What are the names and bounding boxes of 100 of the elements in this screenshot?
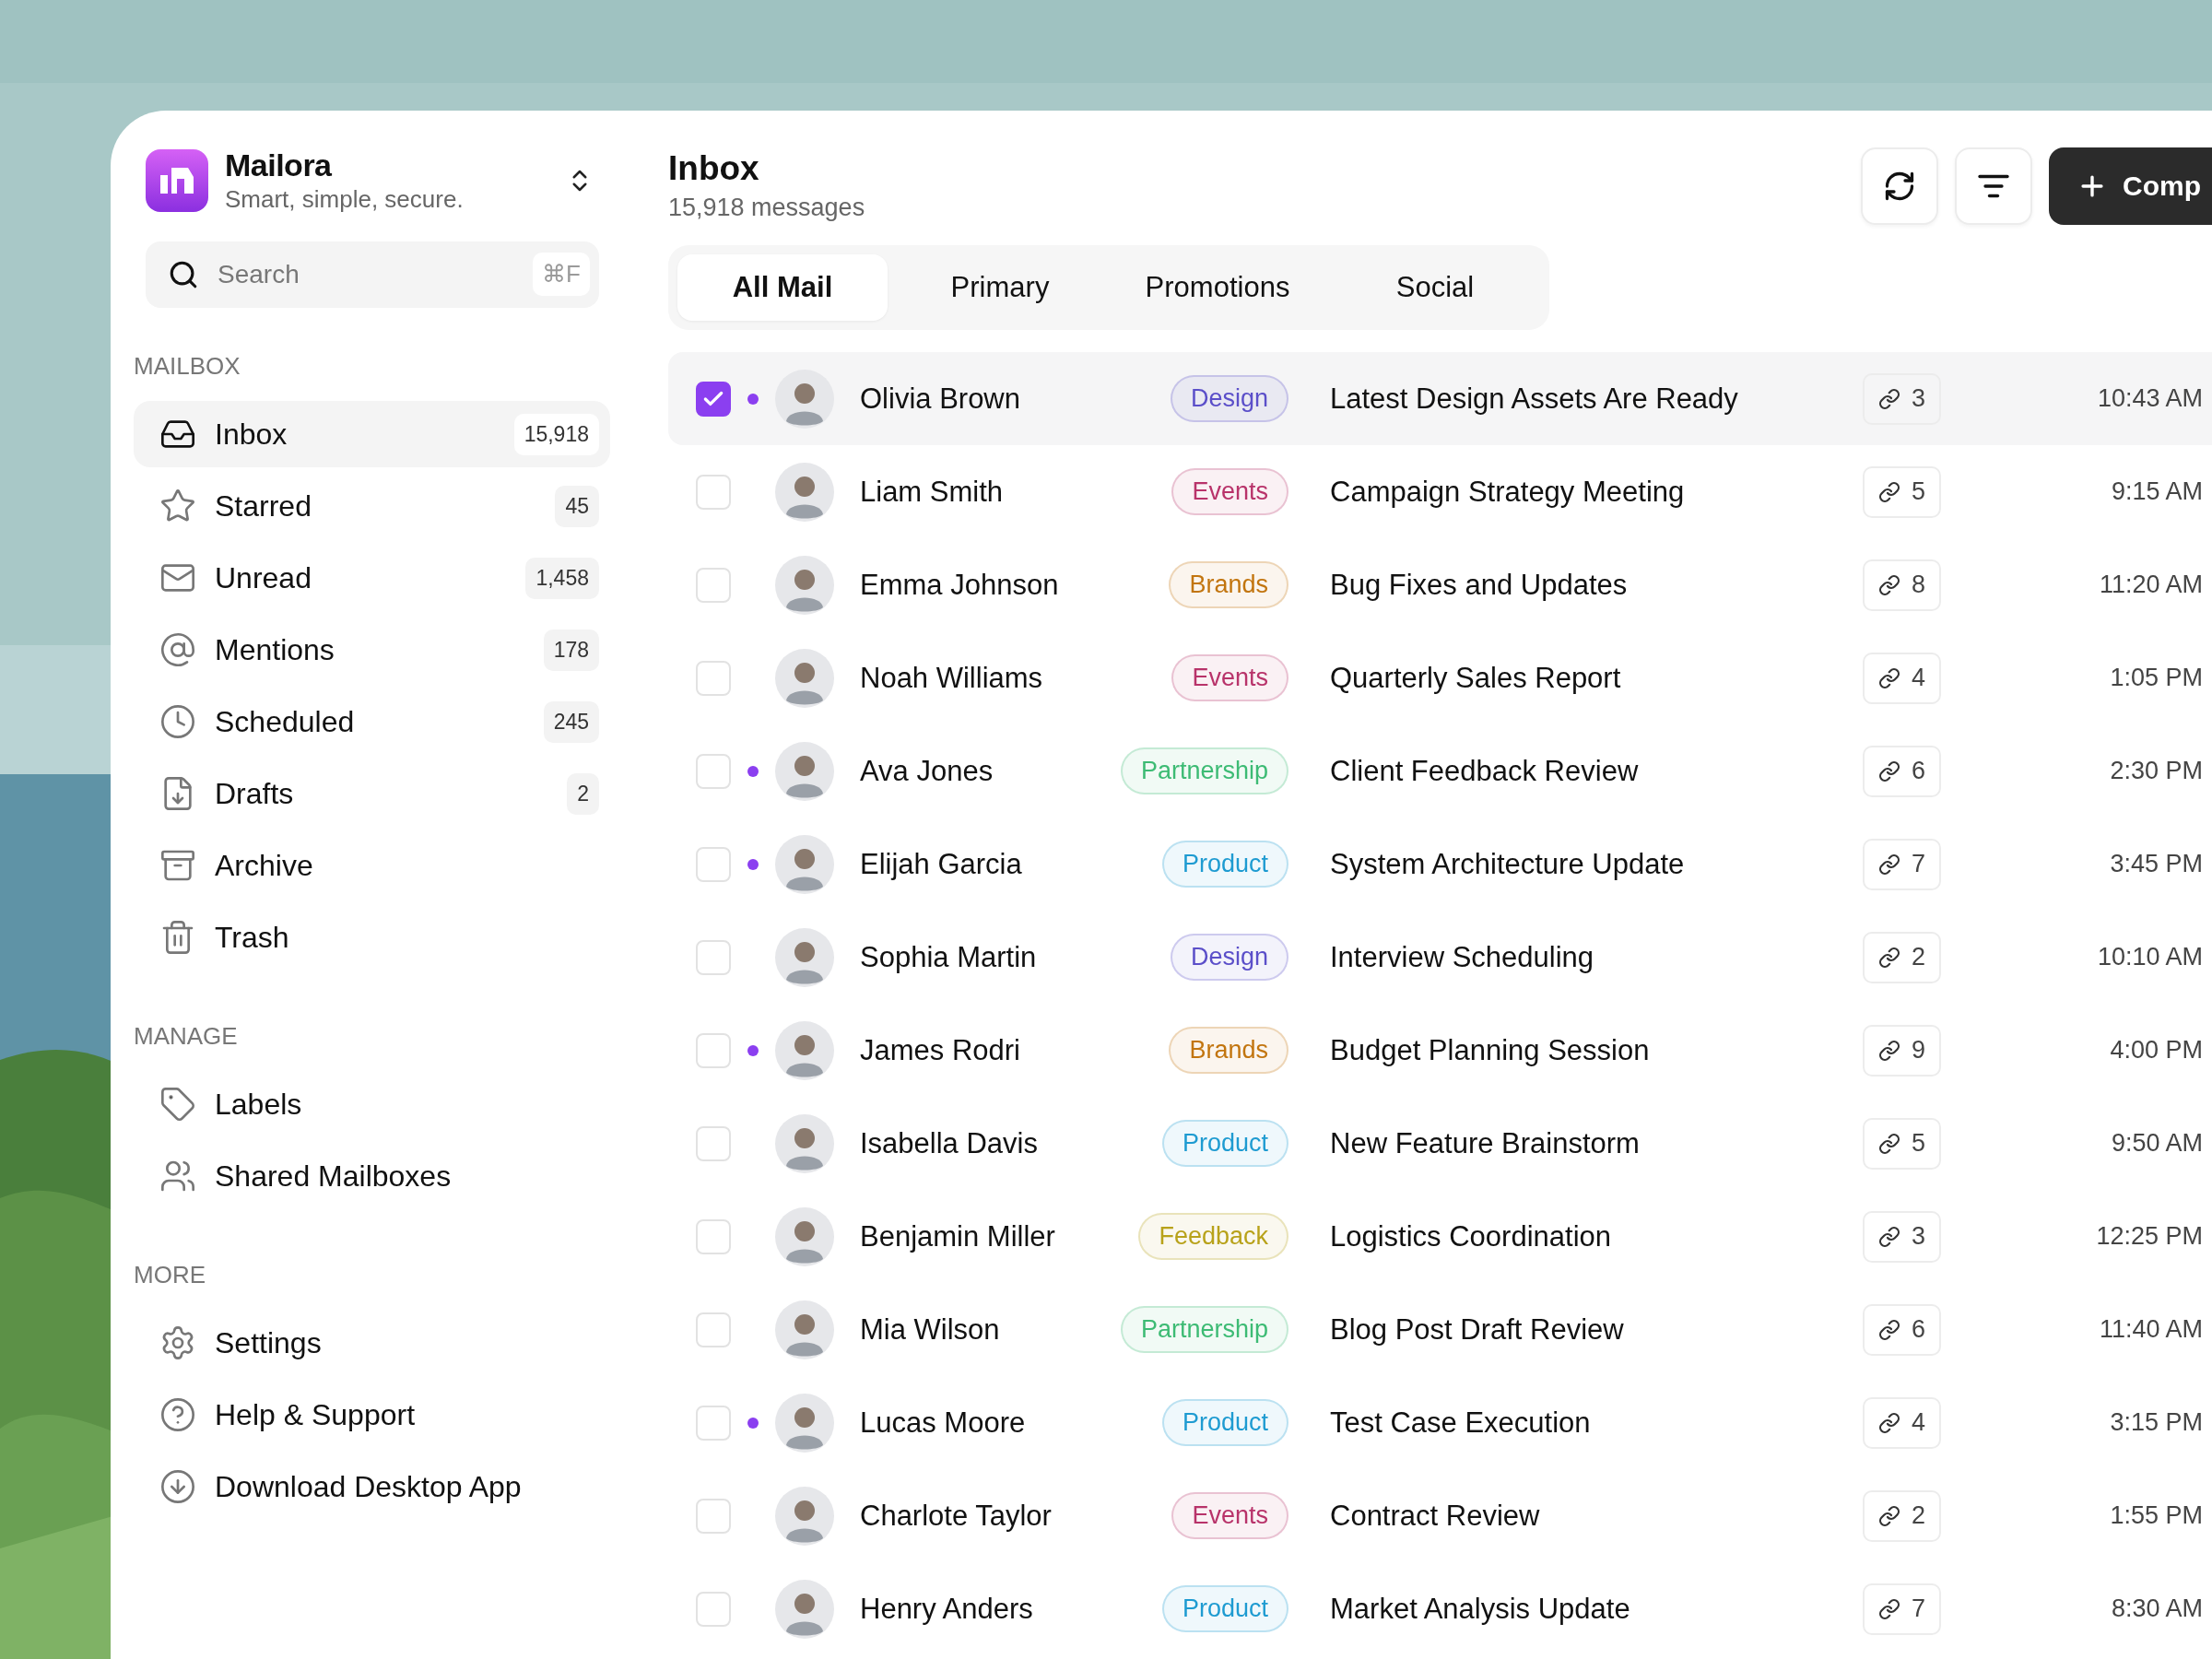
link-icon [1878,666,1900,689]
tab[interactable]: Primary [895,254,1105,321]
sender-name: Charlote Taylor [860,1499,1053,1533]
nav-item[interactable]: Inbox 15,918 [134,401,610,467]
link-count: 6 [1912,1315,1925,1344]
checkbox[interactable] [696,381,731,417]
nav-item[interactable]: Starred 45 [134,473,610,539]
nav-item[interactable]: Trash [134,904,610,971]
subject: Blog Post Draft Review [1330,1312,1625,1347]
avatar [775,1206,834,1266]
link-icon [1878,946,1900,969]
message-row[interactable]: Mia Wilson Partnership Blog Post Draft Review 6 11:40 AM [668,1283,2212,1376]
avatar [775,1020,834,1080]
nav-item[interactable]: Settings [134,1310,610,1376]
avatar [775,1393,834,1453]
refresh-button[interactable] [1861,147,1938,225]
subject: Latest Design Assets Are Ready [1330,382,1739,416]
filter-button[interactable] [1955,147,2032,225]
download-icon [159,1468,196,1505]
subject: Test Case Execution [1330,1406,1592,1440]
nav-item[interactable]: Mentions 178 [134,617,610,683]
link-icon [1878,573,1900,596]
link-icon [1878,853,1900,876]
avatar [775,927,834,987]
count-badge: 15,918 [513,413,599,455]
message-row[interactable]: Noah Williams Events Quarterly Sales Report 4 1:05 PM [668,631,2212,724]
message-row[interactable]: Isabella Davis Product New Feature Brainstorm 5 9:50 AM [668,1097,2212,1190]
nav-item[interactable]: Drafts 2 [134,760,610,827]
tag: Events [1171,1492,1288,1539]
sender-name: Henry Anders [860,1592,1034,1626]
tag: Product [1161,1120,1288,1167]
avatar [775,648,834,708]
message-row[interactable]: Elijah Garcia Product System Architecture Update 7 3:45 PM [668,818,2212,911]
time: 9:50 AM [2111,1129,2203,1158]
tag: Product [1161,841,1288,888]
subject: Quarterly Sales Report [1330,661,1622,695]
sender-name: Noah Williams [860,661,1044,695]
tag: Design [1170,375,1288,422]
nav-item[interactable]: Help & Support [134,1382,610,1448]
at-sign-icon [159,631,196,668]
message-row[interactable]: Lucas Moore Product Test Case Execution 4 3:15 PM [668,1376,2212,1469]
link-count: 5 [1912,1129,1925,1158]
tag: Brands [1169,561,1288,608]
section-title: MAILBOX [134,352,241,381]
count-badge: 178 [543,629,599,671]
tag-icon [159,1086,196,1123]
time: 11:20 AM [2099,571,2203,599]
link-count: 2 [1912,943,1925,971]
message-row[interactable]: Henry Anders Product Market Analysis Update 7 8:30 AM [668,1562,2212,1655]
nav-item[interactable]: Unread 1,458 [134,545,610,611]
clock-icon [159,703,196,740]
nav-item[interactable]: Scheduled 245 [134,688,610,755]
link-count: 9 [1912,1036,1925,1065]
avatar [775,1579,834,1639]
time: 12:25 PM [2096,1222,2203,1251]
message-row[interactable]: Sophia Martin Design Interview Scheduling 2 10:10 AM [668,911,2212,1004]
time: 3:15 PM [2110,1408,2203,1437]
page-title: Inbox [668,149,760,188]
time: 10:10 AM [2097,943,2203,971]
nav-item[interactable]: Archive [134,832,610,899]
count-badge: 2 [567,772,599,815]
tag: Partnership [1120,747,1288,794]
message-row[interactable]: Benjamin Miller Feedback Logistics Coordination 3 12:25 PM [668,1190,2212,1283]
tab[interactable]: Promotions [1112,254,1323,321]
subject: Market Analysis Update [1330,1592,1631,1626]
message-row[interactable]: Emma Johnson Brands Bug Fixes and Updates 8 11:20 AM [668,538,2212,631]
section-title: MANAGE [134,1022,239,1051]
avatar [775,1300,834,1359]
subject: Client Feedback Review [1330,754,1640,788]
time: 4:00 PM [2110,1036,2203,1065]
compose-button[interactable]: Comp [2049,147,2212,225]
message-row[interactable]: Ava Jones Partnership Client Feedback Review 6 2:30 PM [668,724,2212,818]
time: 2:30 PM [2110,757,2203,785]
link-icon [1878,387,1900,410]
logo-icon [146,149,208,212]
nav-item[interactable]: Download Desktop App [134,1453,610,1520]
link-icon [1878,480,1900,503]
count-badge: 45 [555,485,599,527]
sender-name: Lucas Moore [860,1406,1027,1440]
nav-item[interactable]: Shared Mailboxes [134,1143,610,1209]
subject: Budget Planning Session [1330,1033,1651,1067]
message-row[interactable]: Liam Smith Events Campaign Strategy Meeting 5 9:15 AM [668,445,2212,538]
nav-item[interactable]: Labels [134,1071,610,1137]
sender-name: Emma Johnson [860,568,1060,602]
tag: Partnership [1120,1306,1288,1353]
sender-name: Elijah Garcia [860,847,1023,881]
link-icon [1878,1318,1900,1341]
message-row[interactable]: Charlote Taylor Events Contract Review 2 1:55 PM [668,1469,2212,1562]
tab[interactable]: Social [1330,254,1540,321]
tag: Feedback [1138,1213,1288,1260]
link-icon [1878,759,1900,782]
avatar [775,1113,834,1173]
link-count: 5 [1912,477,1925,506]
tab[interactable]: All Mail [677,254,888,321]
tag: Events [1171,468,1288,515]
link-icon [1878,1411,1900,1434]
link-count: 7 [1912,850,1925,878]
link-icon [1878,1597,1900,1620]
message-row[interactable]: James Rodri Brands Budget Planning Session 9 4:00 PM [668,1004,2212,1097]
time: 1:05 PM [2110,664,2203,692]
